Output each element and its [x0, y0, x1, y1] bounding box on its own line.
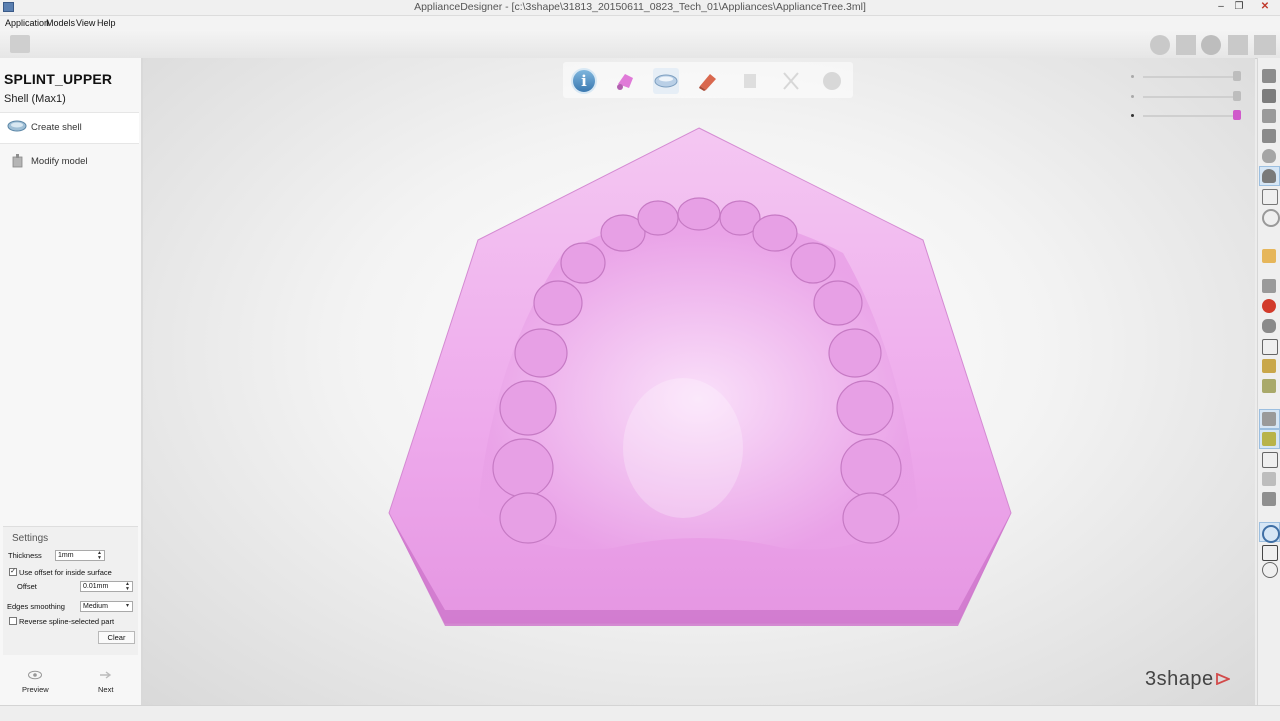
brand-text: 3shape	[1145, 668, 1214, 690]
tooth-icon[interactable]	[1262, 379, 1276, 393]
model-view-icon[interactable]	[1262, 69, 1276, 83]
clear-button[interactable]: Clear	[98, 631, 135, 644]
step-label: Create shell	[31, 122, 82, 133]
zoom-icon[interactable]	[1262, 189, 1278, 205]
shell-view-icon[interactable]	[1262, 412, 1276, 426]
zoom-icon[interactable]	[1262, 562, 1278, 578]
offset-value: 0.01mm	[83, 583, 109, 590]
slider-dot	[1131, 75, 1134, 78]
left-panel: SPLINT_UPPER Shell (Max1) Create shell M…	[0, 58, 143, 705]
modify-model-icon	[12, 154, 23, 168]
view-folder-icon[interactable]	[1254, 35, 1276, 55]
menu-bar: Application Models View Help	[0, 16, 1280, 30]
settings-panel: Settings Thickness 1mm ▲ ▼ ✓ Use offset f…	[3, 526, 138, 655]
transparency-slider-3[interactable]	[1143, 115, 1238, 117]
thickness-value: 1mm	[58, 552, 74, 559]
status-bar	[0, 705, 1280, 721]
3d-viewport[interactable]	[143, 58, 1255, 705]
thickness-label: Thickness	[8, 551, 42, 560]
implant-icon[interactable]	[1262, 359, 1276, 373]
sphere-icon[interactable]	[819, 68, 845, 94]
model-view-icon[interactable]	[1262, 89, 1276, 103]
step-label: Modify model	[31, 156, 88, 167]
shell-icon	[7, 120, 27, 132]
reverse-checkbox[interactable]	[9, 617, 17, 625]
slider-dot	[1131, 114, 1134, 117]
modify-icon[interactable]	[737, 68, 763, 94]
page-subtitle: Shell (Max1)	[4, 93, 66, 105]
scan-tooth-icon[interactable]	[612, 68, 638, 94]
window-title: ApplianceDesigner - [c:\3shape\31813_201…	[414, 1, 866, 13]
rotate-icon[interactable]	[1262, 209, 1280, 227]
minimize-button[interactable]: –	[1212, 0, 1230, 14]
view-camera-icon[interactable]	[1228, 35, 1248, 55]
offset-label: Offset	[17, 582, 37, 591]
tooth-icon[interactable]	[1262, 149, 1276, 163]
right-toolbar	[1257, 58, 1280, 705]
preview-label: Preview	[22, 685, 49, 694]
folder-icon[interactable]	[1262, 249, 1276, 263]
jaw-icon[interactable]	[1262, 319, 1276, 333]
menu-models[interactable]: Models	[46, 18, 75, 28]
transparency-slider-2[interactable]	[1143, 96, 1238, 98]
model-icon[interactable]	[1262, 472, 1276, 486]
tooth-icon[interactable]	[1262, 169, 1276, 183]
preview-button[interactable]: Preview	[15, 668, 55, 698]
slider-dot	[1131, 95, 1134, 98]
brand-triangle-icon	[1215, 672, 1231, 686]
arrow-right-icon	[100, 671, 112, 679]
menu-application[interactable]: Application	[5, 18, 49, 28]
chevron-down-icon: ▾	[125, 603, 129, 609]
maximize-button[interactable]: ❐	[1230, 0, 1248, 14]
view-gear-icon[interactable]	[1201, 35, 1221, 55]
box-icon[interactable]	[1262, 339, 1278, 355]
brand-logo: 3shape	[1145, 668, 1231, 691]
shell-icon[interactable]	[653, 68, 679, 94]
model-view-icon[interactable]	[1262, 109, 1276, 123]
menu-view[interactable]: View	[76, 18, 95, 28]
menu-help[interactable]: Help	[97, 18, 116, 28]
page-title: SPLINT_UPPER	[4, 71, 113, 87]
dental-model[interactable]	[143, 58, 1255, 705]
title-bar: ApplianceDesigner - [c:\3shape\31813_201…	[0, 0, 1280, 16]
tooth-icon[interactable]	[1262, 279, 1276, 293]
settings-title: Settings	[12, 533, 49, 544]
thickness-spinner[interactable]: ▲ ▼	[96, 551, 103, 561]
eraser-icon[interactable]	[695, 68, 721, 94]
pan-icon[interactable]	[1262, 545, 1278, 561]
toolbar	[0, 30, 1280, 59]
copy-icon[interactable]	[1262, 452, 1278, 468]
cancel-icon[interactable]	[778, 68, 804, 94]
edges-smoothing-value: Medium	[83, 603, 108, 610]
view-box-icon[interactable]	[1176, 35, 1196, 55]
view-sphere-icon[interactable]	[1150, 35, 1170, 55]
slider-handle[interactable]	[1233, 110, 1241, 120]
step-create-shell[interactable]: Create shell	[0, 112, 139, 144]
marker-icon[interactable]	[1262, 299, 1276, 313]
next-button[interactable]: Next	[92, 668, 122, 698]
document-icon[interactable]	[10, 35, 30, 53]
model-view-icon[interactable]	[1262, 129, 1276, 143]
eye-icon	[28, 670, 42, 680]
info-icon[interactable]: i	[571, 68, 597, 94]
tooth-icon[interactable]	[1262, 492, 1276, 506]
edges-smoothing-select[interactable]: Medium ▾	[80, 601, 133, 612]
next-label: Next	[98, 685, 114, 694]
use-offset-checkbox[interactable]: ✓	[9, 568, 17, 576]
transparency-slider-1[interactable]	[1143, 76, 1238, 78]
tooth-icon[interactable]	[1262, 432, 1276, 446]
reverse-label: Reverse spline-selected part	[19, 617, 115, 626]
edges-smoothing-label: Edges smoothing	[7, 602, 65, 611]
slider-handle[interactable]	[1233, 71, 1241, 81]
thickness-field[interactable]: 1mm ▲ ▼	[55, 550, 105, 561]
offset-spinner[interactable]: ▲ ▼	[124, 582, 131, 592]
step-modify-model[interactable]: Modify model	[0, 147, 139, 177]
slider-handle[interactable]	[1233, 91, 1241, 101]
use-offset-label: Use offset for inside surface	[19, 568, 112, 577]
close-button[interactable]: ✕	[1256, 0, 1274, 14]
offset-field[interactable]: 0.01mm ▲ ▼	[80, 581, 133, 592]
rotate-icon[interactable]	[1262, 525, 1280, 543]
